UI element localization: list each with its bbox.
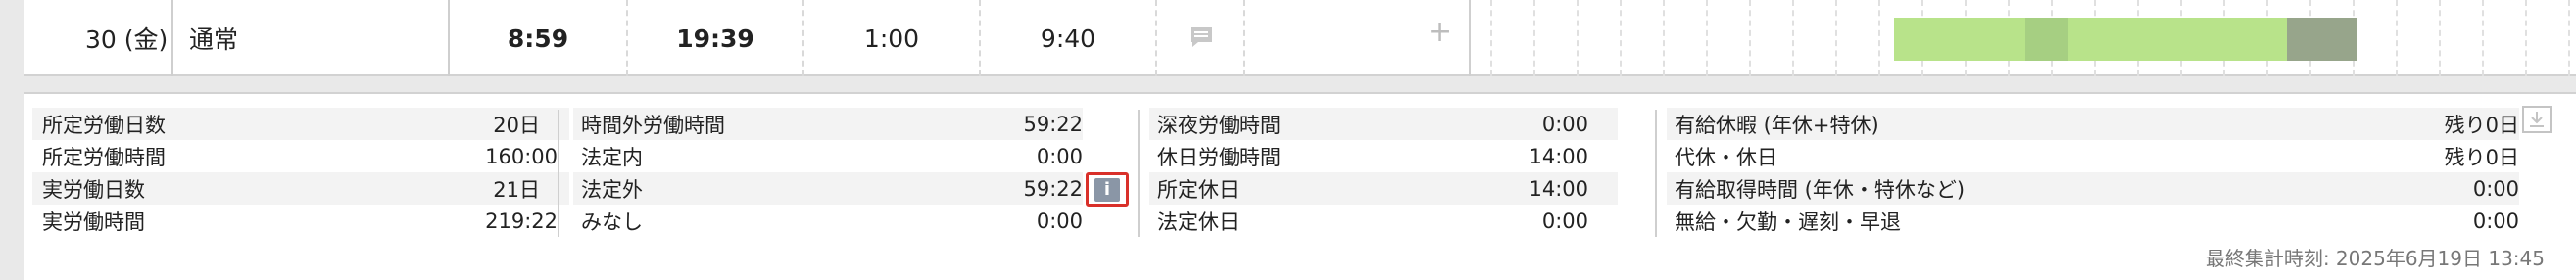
summary-row: 所定休日 14:00 (1149, 172, 1618, 205)
timeline-work-segment (1894, 18, 2025, 61)
summary-row: 法定休日 0:00 (1149, 205, 1618, 237)
timeline-gridline (1878, 0, 1880, 76)
summary-row: 代休・休日 残り0日 (1667, 140, 2519, 172)
summary-label: 実労働時間 (42, 210, 145, 234)
work-time-cell: 9:40 (1040, 23, 1096, 53)
divider (171, 0, 173, 76)
summary-value: 219:22 (485, 209, 558, 233)
timeline-gridline (2482, 0, 2484, 76)
summary-value: 0:00 (2472, 209, 2519, 233)
summary-value: 残り0日 (2444, 113, 2519, 137)
summary-label: 法定外 (581, 177, 643, 202)
summary-label: 有給取得時間 (年休・特休など) (1675, 177, 1966, 202)
break-time-cell: 1:00 (863, 23, 920, 53)
timeline-gridline (1706, 0, 1708, 76)
timeline-gridline (1577, 0, 1579, 76)
summary-value: 20日 (493, 113, 540, 137)
timeline-gridline (2439, 0, 2441, 76)
summary-row: 所定労働日数 20日 (32, 108, 569, 140)
timeline-break-segment (2025, 18, 2068, 61)
info-icon: i (1094, 177, 1120, 202)
summary-value: 59:22 (1023, 112, 1083, 136)
summary-label: 休日労働時間 (1157, 145, 1281, 169)
last-aggregated-time: 最終集計時刻: 2025年6月19日 13:45 (2205, 247, 2545, 270)
timeline-gridline (2525, 0, 2527, 76)
comment-icon[interactable] (1189, 25, 1214, 49)
summary-label: 深夜労働時間 (1157, 113, 1281, 137)
summary-label: 実労働日数 (42, 177, 145, 202)
summary-row: 有給取得時間 (年休・特休など) 0:00 (1667, 172, 2519, 205)
summary-label: 所定労働日数 (42, 113, 166, 137)
summary-row: 所定労働時間 160:00 (32, 140, 569, 172)
timeline-gridline (1835, 0, 1837, 76)
timeline-bar (1471, 0, 2576, 76)
summary-value: 0:00 (1541, 112, 1588, 136)
summary-row: 休日労働時間 14:00 (1149, 140, 1618, 172)
timeline-gridline (2396, 0, 2398, 76)
summary-row: 時間外労働時間 59:22 (573, 108, 1083, 140)
summary-row: 法定外 59:22 (573, 172, 1083, 205)
summary-label: 無給・欠勤・遅刻・早退 (1675, 210, 1901, 234)
summary-value: 21日 (493, 177, 540, 202)
summary-label: 所定休日 (1157, 177, 1239, 202)
timeline-gridline (1533, 0, 1535, 76)
timeline-gridline (1792, 0, 1794, 76)
timeline-work-segment (2068, 18, 2287, 61)
summary-value: 0:00 (1036, 144, 1083, 168)
timeline-overtime-segment (2287, 18, 2357, 61)
summary-label: みなし (581, 210, 643, 234)
summary-value: 59:22 (1023, 176, 1083, 201)
summary-row: 実労働日数 21日 (32, 172, 569, 205)
summary-row: 無給・欠勤・遅刻・早退 0:00 (1667, 205, 2519, 237)
column-divider (1655, 110, 1657, 237)
timeline-gridline (1749, 0, 1751, 76)
add-icon[interactable]: + (1428, 18, 1452, 47)
timeline-gridline (1663, 0, 1665, 76)
summary-label: 代休・休日 (1675, 145, 1777, 169)
timeline-gridline (2568, 0, 2570, 76)
end-time-cell[interactable]: 19:39 (628, 0, 802, 76)
timeline-gridline (1620, 0, 1622, 76)
summary-value: 残り0日 (2444, 145, 2519, 169)
summary-value: 14:00 (1529, 176, 1588, 201)
attendance-row: 30 (金) 通常 8:59 19:39 1:00 9:40 + (24, 0, 2576, 76)
divider (1155, 0, 1157, 76)
timeline-gridline (1490, 0, 1492, 76)
day-type-cell: 通常 (189, 25, 239, 54)
start-time-cell[interactable]: 8:59 (450, 0, 626, 76)
summary-label: 法定休日 (1157, 210, 1239, 234)
download-icon[interactable] (2522, 106, 2552, 133)
monthly-summary-panel: 所定労働日数 20日 所定労働時間 160:00 実労働日数 21日 実労働時間… (24, 92, 2576, 280)
summary-value: 0:00 (1036, 209, 1083, 233)
date-cell: 30 (金) (85, 25, 169, 54)
summary-row: 法定内 0:00 (573, 140, 1083, 172)
column-divider (558, 110, 559, 237)
column-divider (1138, 110, 1140, 237)
info-button[interactable]: i (1086, 172, 1129, 207)
divider (1243, 0, 1245, 76)
summary-row: 実労働時間 219:22 (32, 205, 569, 237)
summary-value: 160:00 (485, 144, 558, 168)
summary-label: 時間外労働時間 (581, 113, 725, 137)
summary-row: 深夜労働時間 0:00 (1149, 108, 1618, 140)
summary-label: 所定労働時間 (42, 145, 166, 169)
summary-value: 14:00 (1529, 144, 1588, 168)
summary-value: 0:00 (2472, 176, 2519, 201)
summary-row: 有給休暇 (年休+特休) 残り0日 (1667, 108, 2519, 140)
summary-label: 法定内 (581, 145, 643, 169)
summary-row: みなし 0:00 (573, 205, 1083, 237)
summary-value: 0:00 (1541, 209, 1588, 233)
summary-label: 有給休暇 (年休+特休) (1675, 113, 1879, 137)
